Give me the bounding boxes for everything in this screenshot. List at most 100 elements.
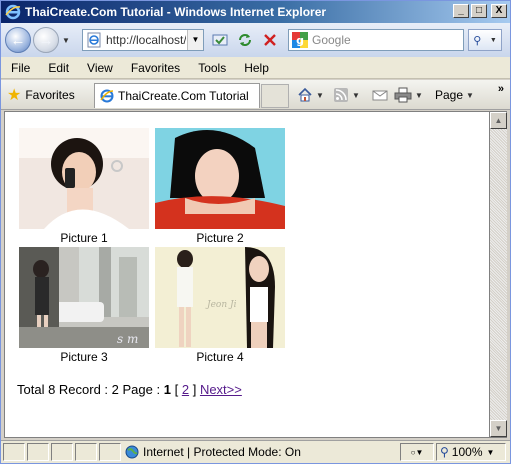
picture-caption: Picture 3 (60, 350, 108, 364)
scroll-up-button[interactable]: ▲ (490, 112, 507, 129)
google-logo-icon: g (292, 32, 308, 48)
title-bar: ThaiCreate.Com Tutorial - Windows Intern… (1, 1, 510, 23)
tab-ie-icon (100, 89, 114, 103)
gallery-item: s m Picture 3 (19, 247, 149, 366)
print-button[interactable]: ▼ (394, 86, 423, 104)
pager-close-bracket: ] (192, 382, 197, 397)
picture-4-image[interactable]: Jeon Ji (155, 247, 285, 348)
rss-feed-icon (334, 88, 348, 102)
close-button[interactable]: X (491, 4, 507, 18)
favorites-button[interactable]: ★ Favorites (7, 85, 75, 105)
address-url[interactable]: http://localhost/r (106, 33, 186, 47)
picture-caption: Picture 1 (60, 231, 108, 245)
pager-summary: Total 8 Record : 2 Page : (17, 382, 161, 397)
svg-text:g: g (296, 34, 304, 47)
minimize-button[interactable]: _ (453, 4, 469, 18)
back-button[interactable]: ← (5, 27, 31, 53)
search-button[interactable]: ⚲ ▼ (468, 29, 502, 51)
forward-button[interactable]: → (33, 27, 59, 53)
mail-icon (372, 90, 388, 101)
history-dropdown-icon[interactable]: ▼ (62, 36, 70, 45)
menu-bar: File Edit View Favorites Tools Help (1, 57, 510, 79)
picture-1-image[interactable] (19, 128, 149, 229)
status-pane (27, 443, 49, 461)
window-controls: _ □ X (453, 4, 507, 18)
search-input[interactable]: g Google (288, 29, 464, 51)
address-field[interactable]: http://localhost/r ▼ (82, 29, 204, 51)
picture-2-image[interactable] (155, 128, 285, 229)
menu-tools[interactable]: Tools (188, 61, 234, 75)
search-placeholder: Google (312, 33, 351, 47)
status-pane (99, 443, 121, 461)
pagination: Total 8 Record : 2 Page : 1 [ 2 ] Next>> (17, 382, 242, 397)
browser-window: ThaiCreate.Com Tutorial - Windows Intern… (0, 0, 511, 464)
refresh-icon (239, 34, 251, 46)
zoom-dropdown-icon[interactable]: ▼ (487, 448, 495, 457)
back-arrow-icon: ← (10, 31, 26, 49)
read-mail-button[interactable] (372, 86, 388, 104)
favorites-tab-bar: ★ Favorites ThaiCreate.Com Tutorial ▼ ▼ … (1, 80, 510, 110)
menu-edit[interactable]: Edit (38, 61, 77, 75)
compatibility-view-button[interactable] (210, 30, 230, 50)
pager-next-link[interactable]: Next>> (200, 382, 242, 397)
home-dropdown-icon[interactable]: ▼ (316, 91, 324, 100)
status-pane (75, 443, 97, 461)
zoom-level: 100% (451, 445, 483, 459)
new-tab-button[interactable] (261, 84, 289, 108)
search-dropdown-icon[interactable]: ▼ (490, 37, 497, 44)
gallery-item: Picture 1 (19, 128, 149, 247)
picture-caption: Picture 2 (196, 231, 244, 245)
lock-icon: ○▼ (410, 447, 424, 457)
zone-text: Internet | Protected Mode: On (143, 445, 301, 459)
pager-open-bracket: [ (174, 382, 179, 397)
maximize-button[interactable]: □ (471, 4, 487, 18)
home-button[interactable]: ▼ (297, 86, 324, 104)
internet-globe-icon (125, 445, 139, 459)
toolbar-overflow-icon[interactable]: » (498, 83, 504, 95)
gallery-item: Jeon Ji Picture 4 (155, 247, 285, 366)
stop-button[interactable] (260, 30, 280, 50)
tab-thaicreate[interactable]: ThaiCreate.Com Tutorial (94, 83, 260, 108)
stop-icon (264, 34, 276, 46)
search-icon: ⚲ (473, 34, 482, 47)
pager-current-page: 1 (163, 382, 171, 397)
menu-favorites[interactable]: Favorites (121, 61, 188, 75)
page-content: Picture 1 Picture 2 s m Picture 3 Jeon J… (4, 111, 490, 438)
feeds-dropdown-icon[interactable]: ▼ (352, 91, 360, 100)
menu-help[interactable]: Help (234, 61, 277, 75)
address-toolbar: ← → ▼ http://localhost/r ▼ g Google ⚲ ▼ (1, 23, 510, 57)
security-zone[interactable]: Internet | Protected Mode: On (125, 445, 301, 459)
print-dropdown-icon[interactable]: ▼ (415, 91, 423, 100)
picture-caption: Picture 4 (196, 350, 244, 364)
printer-icon (394, 87, 412, 103)
page-ie-icon (87, 32, 101, 48)
status-bar: Internet | Protected Mode: On ○▼ ⚲ 100% … (1, 440, 510, 463)
home-icon (298, 87, 312, 102)
address-dropdown-icon[interactable]: ▼ (187, 30, 203, 50)
menu-view[interactable]: View (77, 61, 121, 75)
svg-text:Jeon Ji: Jeon Ji (205, 300, 237, 310)
pager-page-2-link[interactable]: 2 (182, 382, 189, 397)
gallery-item: Picture 2 (155, 128, 285, 247)
status-pane (51, 443, 73, 461)
status-pane (3, 443, 25, 461)
forward-arrow-icon: → (38, 31, 54, 49)
compat-view-icon (212, 34, 228, 46)
refresh-button[interactable] (235, 30, 255, 50)
scroll-down-button[interactable]: ▼ (490, 420, 507, 437)
favorites-label: Favorites (25, 87, 75, 102)
vertical-scrollbar[interactable]: ▲ ▼ (490, 111, 507, 438)
zoom-control[interactable]: ⚲ 100% ▼ (436, 443, 506, 461)
feeds-button[interactable]: ▼ (333, 86, 360, 104)
page-menu-button[interactable]: Page ▼ (435, 86, 474, 104)
svg-text:s m: s m (117, 332, 138, 346)
window-title: ThaiCreate.Com Tutorial - Windows Intern… (25, 5, 327, 19)
page-menu-label: Page (435, 88, 464, 102)
zoom-icon: ⚲ (440, 445, 449, 459)
ie-logo-icon (5, 4, 21, 20)
protected-mode-button[interactable]: ○▼ (400, 443, 434, 461)
page-dropdown-icon: ▼ (466, 90, 474, 100)
tab-title: ThaiCreate.Com Tutorial (118, 89, 249, 103)
menu-file[interactable]: File (1, 61, 38, 75)
picture-3-image[interactable]: s m (19, 247, 149, 348)
